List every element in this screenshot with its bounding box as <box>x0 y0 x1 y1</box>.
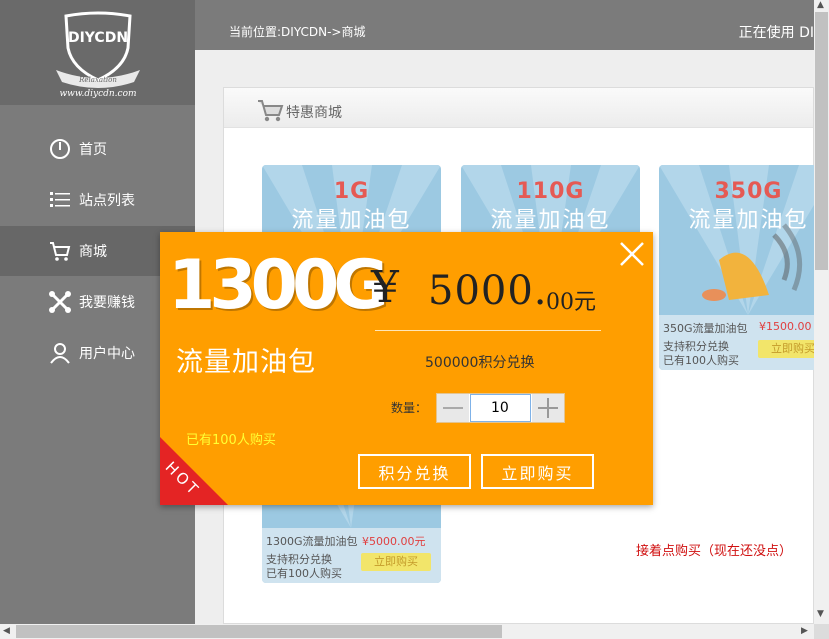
logo-text: DIYCDN <box>68 30 128 46</box>
annotation-note: 接着点购买（现在还没点） <box>636 544 793 559</box>
sidebar-item-label: 我要赚钱 <box>79 295 135 311</box>
logo-url: www.diycdn.com <box>59 89 136 98</box>
plus-button[interactable] <box>532 394 564 422</box>
panel-title: 特惠商城 <box>286 105 342 121</box>
horizontal-scroll-thumb[interactable] <box>16 625 502 638</box>
logo-area: DIYCDN Relaxation www.diycdn.com <box>0 0 195 105</box>
logo-ribbon-text: Relaxation <box>78 76 117 84</box>
sidebar-item-label: 用户中心 <box>79 346 135 362</box>
horizontal-scrollbar[interactable]: ◀ ▶ <box>0 624 814 639</box>
vertical-scrollbar[interactable]: ▲ ▼ <box>814 0 829 624</box>
sidebar-item-home[interactable]: 首页 <box>0 124 195 174</box>
buy-now-button[interactable]: 立即购买 <box>481 454 594 489</box>
sidebar-item-site-list[interactable]: 站点列表 <box>0 175 195 225</box>
power-icon <box>50 139 70 159</box>
scroll-up-icon[interactable]: ▲ <box>817 0 824 10</box>
modal-package-size: 1300G <box>168 246 389 325</box>
card-info-price: ¥5000.00元 <box>362 535 426 548</box>
card-info-price: ¥1500.00 <box>759 320 812 333</box>
card-size: 110G <box>516 179 585 204</box>
card-info: 1300G流量加油包 ¥5000.00元 支持积分兑换 已有100人购买 立即购… <box>262 528 441 583</box>
scrollbar-corner <box>814 624 829 639</box>
quantity-label: 数量： <box>391 401 428 415</box>
scroll-right-icon[interactable]: ▶ <box>801 626 808 636</box>
panel-header: 特惠商城 <box>224 88 813 128</box>
modal-price: 5000. <box>428 268 548 314</box>
breadcrumb: 当前位置:DIYCDN->商城 <box>229 25 366 39</box>
user-icon <box>50 343 70 364</box>
purchase-modal: 1300G 流量加油包 已有100人购买 ¥ 5000. 00元 500000积… <box>160 232 653 505</box>
exchange-points-button[interactable]: 积分兑换 <box>358 454 471 489</box>
close-icon[interactable] <box>616 238 648 270</box>
modal-points-text: 500000积分兑换 <box>425 355 535 371</box>
quantity-stepper <box>436 393 565 423</box>
product-card-350g[interactable]: 350G 流量加油包 350G流量加油包 ¥1500.00 支持积分兑换 已有1… <box>659 165 829 370</box>
modal-divider <box>375 330 601 331</box>
card-sold-text: 已有100人购买 <box>266 567 342 580</box>
top-bar: 当前位置:DIYCDN->商城 正在使用 DI <box>195 0 814 50</box>
list-icon <box>50 192 70 207</box>
modal-currency: ¥ <box>371 262 399 313</box>
tools-icon <box>49 291 71 313</box>
minus-button[interactable] <box>437 394 469 422</box>
card-name: 流量加油包 <box>688 208 809 233</box>
card-info-name: 1300G流量加油包 <box>266 535 358 548</box>
card-size: 1G <box>333 179 370 204</box>
card-name: 流量加油包 <box>490 208 611 233</box>
sidebar-item-label: 首页 <box>79 142 107 158</box>
sidebar-item-label: 商城 <box>79 244 107 260</box>
user-status: 正在使用 DI <box>738 25 814 41</box>
sidebar-item-label: 站点列表 <box>79 193 135 209</box>
scroll-down-icon[interactable]: ▼ <box>817 609 824 619</box>
scroll-left-icon[interactable]: ◀ <box>3 626 10 636</box>
modal-package-name: 流量加油包 <box>176 347 316 378</box>
cart-icon <box>50 242 71 261</box>
vertical-scroll-thumb[interactable] <box>815 12 828 270</box>
card-info: 350G流量加油包 ¥1500.00 支持积分兑换 已有100人购买 立即购买 <box>659 315 829 370</box>
quantity-input[interactable] <box>470 394 531 422</box>
card-buy-button[interactable]: 立即购买 <box>361 553 431 571</box>
cart-icon <box>258 100 284 122</box>
card-size: 350G <box>714 179 783 204</box>
card-info-name: 350G流量加油包 <box>663 322 748 335</box>
modal-price-decimal: 00元 <box>546 290 596 315</box>
logo-icon: DIYCDN Relaxation www.diycdn.com <box>56 11 140 98</box>
card-name: 流量加油包 <box>291 208 412 233</box>
card-sold-text: 已有100人购买 <box>663 354 739 367</box>
